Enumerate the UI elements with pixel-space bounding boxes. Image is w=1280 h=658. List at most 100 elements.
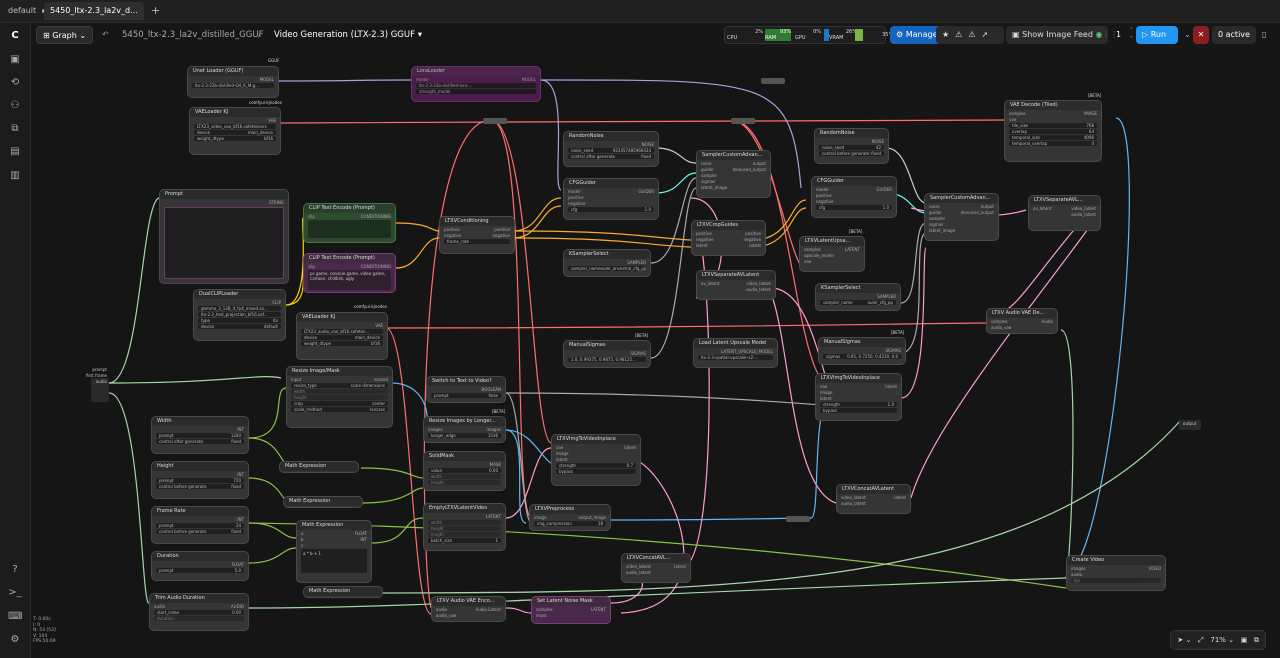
node-solid-mask[interactable]: SolidMask MASK value 0.00 width height <box>423 451 506 491</box>
node-ltxv-concat-av-latent-1[interactable]: LTXVConcatAVL... video_latent latent audi… <box>621 553 691 583</box>
widget-device[interactable]: device default <box>198 324 281 329</box>
node-sampler-custom-advanced-2[interactable]: SamplerCustomAdvan... noise output guider… <box>924 193 999 241</box>
input-audio[interactable]: audio <box>86 379 107 385</box>
widget-control-before-generate[interactable]: control before generate fixed <box>156 484 244 489</box>
widget-scale-method[interactable]: scale_method lanczos <box>291 407 388 412</box>
star-icon[interactable]: ★ <box>942 30 955 39</box>
run-button[interactable]: ▷ Run <box>1136 26 1178 44</box>
widget-prompt[interactable]: prompt 1280 <box>156 433 244 438</box>
widget-noise-seed[interactable]: noise_seed 42 <box>819 145 884 150</box>
undo-icon[interactable]: ↶ <box>96 26 115 44</box>
node-math-expression-3[interactable]: Math Expression a FLOAT b INT c a * b + 1 <box>296 520 372 583</box>
select-tool-icon[interactable]: ➤ <box>1177 636 1183 644</box>
widget-value[interactable]: value 0.00 <box>428 468 501 473</box>
alert-icon[interactable]: ⚠ <box>968 30 981 39</box>
widget-prompt[interactable]: prompt 5.0 <box>156 568 244 573</box>
node-ltxv-separate-av-latent-1[interactable]: LTXVSeparateAVLatent av_latent video_late… <box>696 270 776 300</box>
widget-crop[interactable]: crop center <box>291 401 388 406</box>
widget-tile-size[interactable]: tile_size 768 <box>1009 123 1097 128</box>
widget-vae-name[interactable]: LTX23_audio_vae_bf16.safeten... <box>301 329 383 334</box>
widget-prompt[interactable]: prompt 24 <box>156 523 244 528</box>
new-tab-plus-icon[interactable]: + <box>145 2 166 20</box>
widget-sigmas[interactable]: 1.0, 0.99375, 0.9875, 0.98125... <box>568 357 646 362</box>
widget-noise-seed[interactable]: noise_seed 923457485966434 <box>568 148 654 153</box>
node-ltxv-separate-av-latent-2[interactable]: LTXVSeparateAVL... av_latent video_latent… <box>1028 195 1101 231</box>
node-cfg-guider-2[interactable]: CFGGuider model GUIDER positive negative … <box>811 176 897 218</box>
warning-icon[interactable]: ⚠ <box>955 30 968 39</box>
widget-height[interactable]: height <box>291 395 388 400</box>
node-ltxv-concat-av-latent-2[interactable]: LTXVConcatAVLatent video_latent latent au… <box>836 484 911 514</box>
subgraph-output[interactable]: output <box>1183 421 1196 426</box>
node-height[interactable]: Height INT prompt 720 control before gene… <box>151 461 249 499</box>
widget-lora-name[interactable]: ltx-2.3-22b-distilled-lora-... <box>416 83 536 88</box>
node-width[interactable]: Width INT prompt 1280 control after gener… <box>151 416 249 454</box>
widget-clip-name2[interactable]: ltx-2.3_text_projection_bf16.saf... <box>198 312 281 317</box>
workflows-icon[interactable]: ▤ <box>8 145 22 159</box>
node-load-latent-upscale-model[interactable]: Load Latent Upscale Model LATENT_UPSCALE… <box>693 338 778 368</box>
model-library-icon[interactable]: ⧉ <box>8 122 22 136</box>
node-switch-text-to-video[interactable]: Switch to Text to Video? BOOLEAN prompt f… <box>426 376 506 403</box>
graph-menu-button[interactable]: ⊞ Graph ⌄ <box>36 26 94 44</box>
node-ksampler-select-1[interactable]: KSamplerSelect SAMPLER sampler_name euler… <box>563 249 651 277</box>
widget-prompt[interactable]: prompt false <box>431 393 501 398</box>
breadcrumb-root[interactable]: 5450_ltx-2.3_la2v_distilled_GGUF <box>116 26 269 44</box>
node-resize-images-by-longer-edge[interactable]: Resize Images by Longer... images images … <box>423 416 506 443</box>
widget-type[interactable]: type ltx <box>198 318 281 323</box>
negative-prompt-textarea[interactable]: pc game, console game, video game, carto… <box>308 270 391 290</box>
widget-model-name[interactable]: ltx-2.3-spatial-upscaler-x2-... <box>698 355 773 360</box>
widget-temporal-overlap[interactable]: temporal_overlap 4 <box>1009 141 1097 146</box>
cancel-run-close-icon[interactable]: ✕ <box>1193 26 1209 44</box>
widget-batch-size[interactable]: batch_size 1 <box>428 538 501 543</box>
widget-device[interactable]: device main_device <box>194 130 276 135</box>
widget-control-before-generate[interactable]: control before generate fixed <box>819 151 884 156</box>
show-image-feed-button[interactable]: ▣ Show Image Feed ◉ <box>1006 26 1109 44</box>
widget-width[interactable]: width <box>428 520 501 525</box>
node-ltxv-img-to-video-inplace-1[interactable]: LTXVImgToVideoInplace vae latent image la… <box>551 434 641 486</box>
graph-canvas[interactable]: prompt first frame audio output Unet Loa… <box>31 48 1280 658</box>
widget-strength[interactable]: strength 1.0 <box>820 402 897 407</box>
right-panel-toggle-icon[interactable]: ▯ <box>1256 26 1272 44</box>
node-clip-text-encode-negative[interactable]: CLIP Text Encode (Prompt) clip CONDITIONI… <box>303 253 396 293</box>
widget-longer-edge[interactable]: longer_edge 1536 <box>428 433 501 438</box>
positive-prompt-textarea[interactable] <box>308 220 391 238</box>
widget-weight-dtype[interactable]: weight_dtype bf16 <box>301 341 383 346</box>
widget-clip-name1[interactable]: gemma_3_12B_it_fp4_mixed.sa... <box>198 306 281 311</box>
tab-workflow[interactable]: 5450_ltx-2.3_la2v_d... <box>44 2 144 31</box>
minimap-icon[interactable]: ▣ <box>1241 636 1248 644</box>
node-unet-loader-gguf[interactable]: Unet Loader (GGUF) MODEL ltx-2.3-22b-dis… <box>187 66 279 98</box>
node-vae-decode-tiled[interactable]: VAE Decode (Tiled) samples IMAGE vae tile… <box>1004 100 1102 162</box>
widget-fps[interactable]: fps <box>1071 578 1161 583</box>
widget-frame-rate[interactable]: frame_rate <box>444 239 510 244</box>
node-ltxv-img-to-video-inplace-2[interactable]: LTXVImgToVideoInplace vae latent image la… <box>815 373 902 421</box>
widget-sigmas[interactable]: sigmas 0.85, 0.7250, 0.4219, 0.0 <box>823 354 901 359</box>
comfy-logo-icon[interactable]: C <box>8 29 22 43</box>
node-math-expression-1[interactable]: Math Expression <box>279 461 359 473</box>
node-cfg-guider-1[interactable]: CFGGuider model GUIDER positive negative … <box>563 178 659 220</box>
node-lora-loader-bypassed[interactable]: LoraLoader model MODEL ltx-2.3-22b-distil… <box>411 66 541 102</box>
node-vae-loader-kj[interactable]: VAELoader KJ VAE LTX23_video_vae_bf16.sa… <box>189 107 281 155</box>
node-ksampler-select-2[interactable]: KSamplerSelect SAMPLER sampler_name euler… <box>815 283 901 311</box>
widget-device[interactable]: device main_device <box>301 335 383 340</box>
node-resize-image-mask[interactable]: Resize Image/Mask input resized resize_ty… <box>286 366 393 428</box>
link-visibility-icon[interactable]: ⧉ <box>1254 636 1259 644</box>
node-sampler-custom-advanced-1[interactable]: SamplerCustomAdvan... noise output guider… <box>696 150 771 198</box>
widget-width[interactable]: width <box>291 389 388 394</box>
widget-sampler-name[interactable]: sampler_name euler_cfg_pp <box>820 300 896 305</box>
widget-control-after-generate[interactable]: control after generate fixed <box>156 439 244 444</box>
node-clip-text-encode-positive[interactable]: CLIP Text Encode (Prompt) clip CONDITIONI… <box>303 203 396 243</box>
widget-height[interactable]: height <box>428 526 501 531</box>
widget-height[interactable]: height <box>428 480 501 485</box>
widget-unet-name[interactable]: ltx-2.3-22b-distilled-Q4_K_M.g... <box>192 83 274 88</box>
zoom-icon[interactable]: ⤢ <box>1198 636 1204 644</box>
node-math-expression-4[interactable]: Math Expression <box>303 586 383 598</box>
expression-textarea[interactable]: a * b + 1 <box>301 549 367 573</box>
widget-width[interactable]: width <box>428 474 501 479</box>
widget-strength-model[interactable]: strength_model <box>416 89 536 94</box>
widget-length[interactable]: length <box>428 532 501 537</box>
templates-icon[interactable]: ▥ <box>8 169 22 183</box>
widget-start-index[interactable]: start_index 0.00 <box>154 610 244 615</box>
node-ltxv-crop-guides-1[interactable]: LTXVCropGuides positive positive negative… <box>691 220 766 256</box>
widget-control-after-generate[interactable]: control after generate fixed <box>568 154 654 159</box>
node-set-latent-noise-mask[interactable]: Set Latent Noise Mask samples LATENT mask <box>531 596 611 624</box>
widget-vae-name[interactable]: LTX23_video_vae_bf16.safetensors <box>194 124 276 129</box>
